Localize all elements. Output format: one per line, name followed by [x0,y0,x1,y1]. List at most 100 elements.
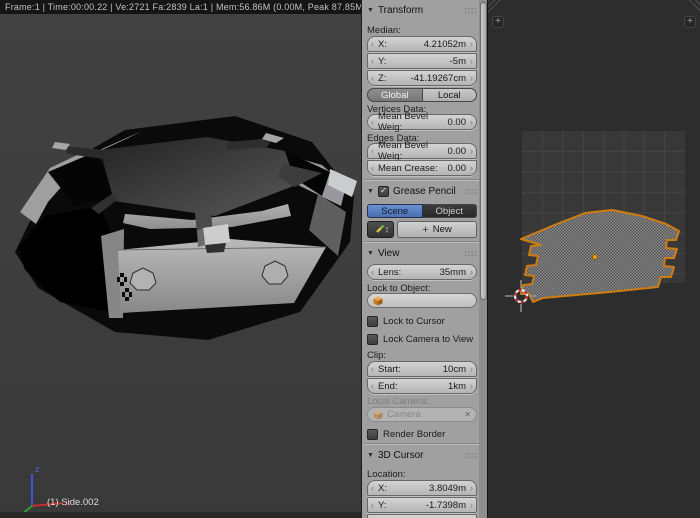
panel-title: View [377,247,400,259]
local-camera-label: Local Camera: [367,396,429,407]
plus-icon: + [422,223,429,236]
cursor-x-slider[interactable]: ‹ X: 3.8049m › [367,480,477,496]
render-border-row[interactable]: Render Border [367,428,477,440]
lock-camera-checkbox[interactable] [367,333,378,345]
local-button[interactable]: Local [422,88,477,102]
location-label: Location: [367,469,406,480]
slider-value: 0.00 [447,116,467,128]
pencil-icon [374,224,385,234]
slider-label: X: [378,482,387,494]
lock-to-object-field[interactable] [367,293,477,308]
panel-header-transform[interactable]: ▼ Transform [367,3,477,17]
collapse-triangle-icon: ▼ [367,187,374,195]
panel-header-view[interactable]: ▼ View [367,246,477,260]
slider-right-arrow-icon: › [470,483,473,493]
panel-title: Grease Pencil [392,185,456,197]
slider-label: Lens: [378,266,402,278]
gp-datablock-row: ▴ ▾ + New [367,221,477,238]
close-icon[interactable]: ✕ [464,410,471,419]
slider-label: Y: [378,55,387,67]
slider-right-arrow-icon: › [470,500,473,510]
collapse-triangle-icon: ▼ [367,6,374,14]
edge-mean-bevel-slider[interactable]: ‹ Mean Bevel Weig: 0.00 › [367,140,477,162]
gp-datablock-browse-button[interactable]: ▴ ▾ [367,221,394,238]
panel-separator [364,179,480,181]
panel-scrollbar-thumb[interactable] [480,2,487,300]
clip-end-slider[interactable]: ‹ End: 1km › [367,378,477,394]
lock-to-cursor-checkbox[interactable] [367,315,378,327]
collapse-triangle-icon: ▼ [367,451,374,459]
check-icon: ✓ [380,186,387,195]
checkbox-label: Lock Camera to View [383,333,474,345]
drag-dots-icon[interactable] [464,6,477,14]
grease-pencil-checkbox[interactable]: ✓ [377,185,389,197]
properties-region: ▼ Transform Median: ‹ X: 4.21052m › ‹ Y:… [361,0,488,518]
slider-right-arrow-icon: › [470,381,473,391]
vertex-mean-bevel-slider[interactable]: ‹ Mean Bevel Weig: 0.00 › [367,111,477,133]
drag-dots-icon[interactable] [464,249,477,257]
slider-label: Mean Bevel Weig: [378,140,429,162]
median-x-slider[interactable]: ‹ X: 4.21052m › [367,36,477,52]
slider-value: 1km [448,380,466,392]
slider-right-arrow-icon: › [470,117,473,127]
object-cube-icon [373,296,383,305]
median-label: Median: [367,25,401,36]
lock-camera-to-view-row[interactable]: Lock Camera to View [367,333,477,345]
axis-gizmo-icon: z x [21,464,71,515]
clip-label: Clip: [367,350,387,361]
panel-title: 3D Cursor [377,449,424,461]
slider-label: Mean Bevel Weig: [378,111,429,133]
slider-value: 0.00 [447,162,467,174]
slider-right-arrow-icon: › [470,73,473,83]
checkbox-label: Render Border [383,428,446,440]
slider-label: Mean Crease: [378,162,438,174]
open-properties-plus-button[interactable]: + [684,16,696,28]
gp-source-segmented: Scene Object [367,204,477,218]
object-origin-dot [592,254,598,260]
camera-field-value: Camera [387,409,421,420]
drag-dots-icon[interactable] [464,187,477,195]
active-object-label: (1) Side.002 [47,497,99,508]
panel-header-grease-pencil[interactable]: ▼ ✓ Grease Pencil [367,184,477,198]
slider-right-arrow-icon: › [470,163,473,173]
side-view-render [505,131,685,312]
slider-value: -5m [449,55,466,67]
scene-button[interactable]: Scene [367,204,423,218]
slider-value: -41.19267cm [410,72,466,84]
slider-right-arrow-icon: › [470,39,473,49]
blender-window: Frame:1 | Time:00:00.22 | Ve:2721 Fa:283… [0,0,700,518]
slider-label: Start: [378,363,401,375]
slider-right-arrow-icon: › [470,146,473,156]
slider-right-arrow-icon: › [470,267,473,277]
slider-label: Y: [378,499,387,511]
lens-slider[interactable]: ‹ Lens: 35mm › [367,264,477,280]
slider-value: 10cm [442,363,466,375]
object-button[interactable]: Object [422,204,477,218]
global-button[interactable]: Global [367,88,423,102]
median-z-slider[interactable]: ‹ Z: -41.19267cm › [367,70,477,86]
side-view-viewport[interactable]: + + [488,0,700,518]
panel-title: Transform [377,4,424,16]
open-toolshelf-plus-button[interactable]: + [492,16,504,28]
collapse-triangle-icon: ▼ [367,249,374,257]
hexagonal-model-render [15,116,357,340]
main-3d-viewport[interactable]: Frame:1 | Time:00:00.22 | Ve:2721 Fa:283… [0,0,361,518]
render-border-checkbox[interactable] [367,428,378,440]
panel-separator [364,443,480,445]
slider-label: End: [378,380,398,392]
slider-right-arrow-icon: › [470,364,473,374]
clip-start-slider[interactable]: ‹ Start: 10cm › [367,361,477,377]
gp-new-button[interactable]: + New [397,221,477,238]
drag-dots-icon[interactable] [464,451,477,459]
median-y-slider[interactable]: ‹ Y: -5m › [367,53,477,69]
slider-value: 35mm [439,266,466,278]
cursor-y-slider[interactable]: ‹ Y: -1.7398m › [367,497,477,513]
local-camera-field[interactable]: Camera ✕ [367,407,477,422]
dropdown-arrows-icon: ▴ ▾ [385,224,389,235]
slider-value: -1.7398m [425,499,466,511]
cursor-z-slider[interactable]: ‹ Z: 5.4618m › [367,514,477,518]
slider-value: 0.00 [447,145,467,157]
panel-header-3d-cursor[interactable]: ▼ 3D Cursor [367,448,477,462]
lock-to-cursor-row[interactable]: Lock to Cursor [367,315,477,327]
mean-crease-slider[interactable]: ‹ Mean Crease: 0.00 › [367,160,477,176]
